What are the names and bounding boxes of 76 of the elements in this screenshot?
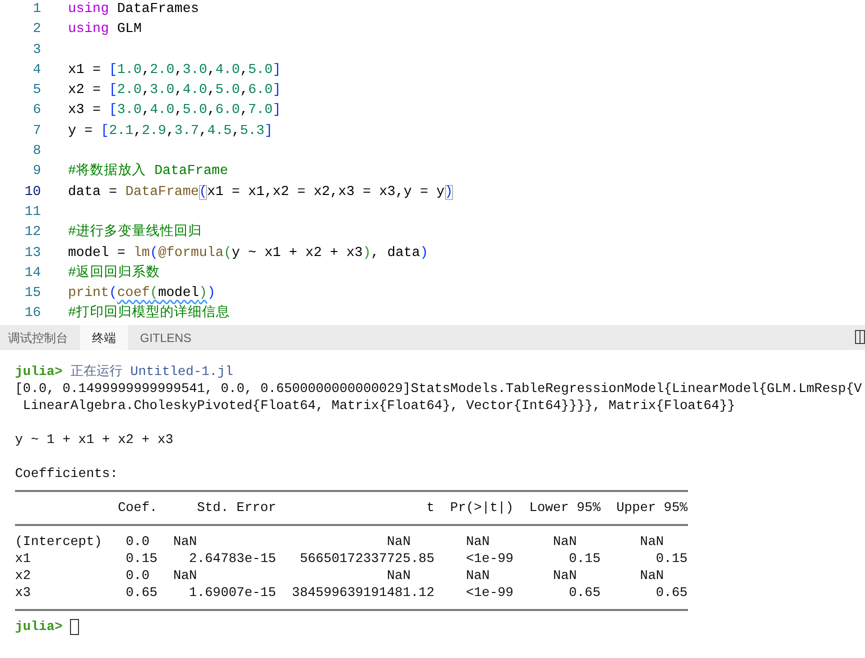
table-cell: <1e-99 xyxy=(466,550,514,567)
row-header: x1 xyxy=(15,551,31,566)
line-number: 5 xyxy=(32,82,41,100)
run-status-text: 正在运行 xyxy=(70,363,122,380)
line-number: 16 xyxy=(24,305,41,324)
column-header: Std. Error xyxy=(196,499,276,516)
panel-tab[interactable]: GITLENS xyxy=(128,325,204,350)
line-number: 6 xyxy=(32,102,41,120)
column-header: Lower 95% xyxy=(529,499,601,516)
line-number: 2 xyxy=(32,21,41,40)
code-line: #打印回归模型的详细信息 xyxy=(68,304,230,324)
cursor-icon xyxy=(70,618,80,634)
table-cell: NaN xyxy=(553,567,577,584)
table-cell: 0.65 xyxy=(568,584,600,601)
table-cell: NaN xyxy=(466,567,490,584)
code-line: #进行多变量线性回归 xyxy=(68,223,202,242)
line-number: 9 xyxy=(32,163,41,182)
line-number: 14 xyxy=(24,264,41,283)
model-formula: y ~ 1 + x1 + x2 + x3 xyxy=(15,432,174,447)
table-cell: NaN xyxy=(173,567,197,584)
terminal-output-line: LinearAlgebra.CholeskyPivoted{Float64, Matrix{Float64}, Vector{Int64}}}}, Matrix{Float64}} xyxy=(22,398,736,413)
table-cell: NaN xyxy=(386,567,411,584)
line-number: 1 xyxy=(32,1,41,19)
line-number: 10 xyxy=(24,184,41,202)
table-cell: NaN xyxy=(640,533,664,550)
panel-tab[interactable]: 终端 xyxy=(80,325,128,350)
row-header: x2 xyxy=(15,568,31,583)
table-cell: 0.0 xyxy=(126,533,150,550)
line-number: 15 xyxy=(24,285,41,304)
table-cell: 0.65 xyxy=(656,584,688,601)
table-cell: 0.15 xyxy=(656,550,688,567)
code-line: x2 = [2.0,3.0,4.0,5.0,6.0] xyxy=(68,82,281,100)
table-cell: NaN xyxy=(640,567,664,584)
column-header: Pr(>|t|) xyxy=(450,499,514,516)
column-header: Upper 95% xyxy=(616,499,688,516)
table-cell: 0.15 xyxy=(126,550,158,567)
line-number: 11 xyxy=(24,204,41,222)
table-cell: NaN xyxy=(386,533,411,550)
table-cell: 0.65 xyxy=(126,584,158,601)
table-cell: 384599639191481.12 xyxy=(292,584,434,601)
line-number: 7 xyxy=(32,122,41,141)
table-cell: NaN xyxy=(466,533,490,550)
table-cell: 1.69007e-15 xyxy=(189,584,276,601)
line-number: 4 xyxy=(32,62,41,80)
terminal-prompt: julia> xyxy=(15,363,62,380)
table-cell: 0.0 xyxy=(126,567,150,584)
code-line: x3 = [3.0,4.0,5.0,6.0,7.0] xyxy=(68,102,281,120)
table-cell: NaN xyxy=(173,533,197,550)
code-line: y = [2.1,2.9,3.7,4.5,5.3] xyxy=(68,122,273,141)
code-line: data = DataFrame(x1 = x1,x2 = x2,x3 = x3,y = y) xyxy=(68,184,453,202)
table-cell: 56650172337725.85 xyxy=(300,550,434,567)
code-line: using DataFrames xyxy=(68,1,199,19)
code-line: x1 = [1.0,2.0,3.0,4.0,5.0] xyxy=(68,62,281,80)
terminal-prompt: julia> xyxy=(15,618,62,635)
line-number: 8 xyxy=(32,143,41,162)
terminal-output-line: [0.0, 0.1499999999999541, 0.0, 0.6500000000000029]StatsModels.TableRegressionModel{LinearModel{GLM.LmResp{V xyxy=(15,381,862,396)
code-line: #返回回归系数 xyxy=(68,264,160,283)
table-cell: <1e-99 xyxy=(466,584,514,601)
table-cell: 2.64783e-15 xyxy=(189,550,276,567)
section-title: Coefficients: xyxy=(15,466,118,481)
column-header: t xyxy=(426,499,434,516)
code-line: print(coef(model)) xyxy=(68,285,216,304)
table-cell: 0.15 xyxy=(568,550,600,567)
code-line: #将数据放入 DataFrame xyxy=(68,162,228,182)
line-number: 12 xyxy=(24,224,41,242)
line-number: 3 xyxy=(32,42,41,60)
row-header: x3 xyxy=(15,585,31,600)
file-name: Untitled-1.jl xyxy=(130,363,234,380)
line-number: 13 xyxy=(24,244,41,263)
code-line: model = lm(@formula(y ~ x1 + x2 + x3), data) xyxy=(68,244,428,263)
column-header: Coef. xyxy=(118,499,158,516)
split-icon[interactable] xyxy=(855,330,865,344)
code-line: using GLM xyxy=(68,21,142,40)
row-header: (Intercept) xyxy=(15,534,102,549)
table-cell: NaN xyxy=(553,533,577,550)
panel-tab[interactable]: 调试控制台 xyxy=(0,325,80,350)
